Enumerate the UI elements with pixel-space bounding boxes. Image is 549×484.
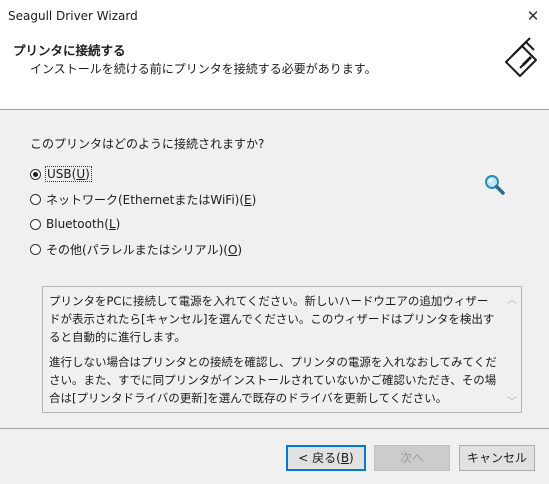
page-title: プリンタに接続する <box>13 43 126 58</box>
scroll-up-icon[interactable]: ︿ <box>507 291 517 306</box>
next-button[interactable]: 次へ <box>374 445 450 471</box>
search-icon[interactable] <box>484 174 506 196</box>
radio-other[interactable]: その他(パラレルまたはシリアル)(O) <box>30 240 242 258</box>
info-textbox[interactable]: プリンタをPCに接続して電源を入れてください。新しいハードウエアの追加ウィザード… <box>42 286 522 413</box>
radio-bluetooth-indicator[interactable] <box>30 218 41 230</box>
radio-other-label: その他(パラレルまたはシリアル)(O) <box>46 242 243 257</box>
title-bar: Seagull Driver Wizard ✕ <box>0 0 549 32</box>
connection-question: このプリンタはどのように接続されますか? <box>30 137 265 151</box>
radio-network-indicator[interactable] <box>30 193 41 205</box>
page-subtitle: インストールを続ける前にプリンタを接続する必要があります。 <box>30 62 377 76</box>
info-text: プリンタをPCに接続して電源を入れてください。新しいハードウエアの追加ウィザード… <box>49 292 499 414</box>
radio-other-indicator[interactable] <box>30 243 41 255</box>
back-button[interactable]: < 戻る(B) <box>286 445 366 471</box>
radio-network[interactable]: ネットワーク(EthernetまたはWiFi)(E) <box>30 190 256 208</box>
radio-bluetooth[interactable]: Bluetooth(L) <box>30 215 120 233</box>
radio-usb[interactable]: USB(U) <box>30 165 92 183</box>
window-title: Seagull Driver Wizard <box>8 9 138 23</box>
radio-bluetooth-label: Bluetooth(L) <box>46 217 121 231</box>
radio-usb-indicator[interactable] <box>30 168 41 180</box>
scroll-down-icon[interactable]: ﹀ <box>507 393 517 408</box>
close-icon[interactable]: ✕ <box>522 0 544 32</box>
info-paragraph-1: プリンタをPCに接続して電源を入れてください。新しいハードウエアの追加ウィザード… <box>49 294 495 344</box>
printer-wizard-icon <box>505 37 537 77</box>
radio-usb-label: USB(U) <box>45 166 92 182</box>
info-paragraph-2: 進行しない場合はプリンタとの接続を確認し、プリンタの電源を入れなおしてみてくださ… <box>49 355 497 405</box>
radio-network-label: ネットワーク(EthernetまたはWiFi)(E) <box>46 192 257 207</box>
cancel-button[interactable]: キャンセル <box>459 445 535 471</box>
